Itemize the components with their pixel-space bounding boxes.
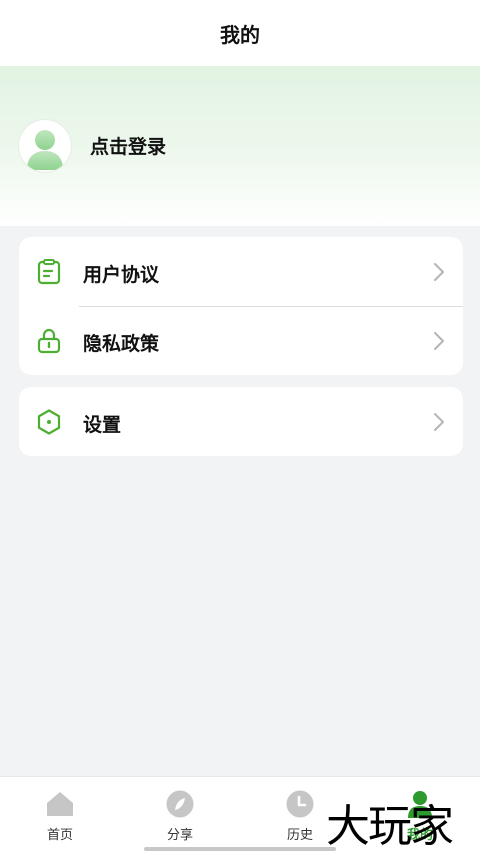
clock-icon: [286, 790, 314, 818]
home-indicator[interactable]: [144, 847, 336, 851]
avatar[interactable]: [19, 120, 71, 172]
clipboard-icon: [37, 259, 61, 285]
page-header: 我的: [0, 0, 480, 66]
menu-item-label: 用户协议: [83, 264, 160, 286]
compass-icon: [166, 790, 194, 818]
chevron-right-icon: [434, 263, 444, 281]
tab-share[interactable]: 分享: [140, 789, 220, 843]
watermark-logo: 大玩家: [326, 801, 454, 852]
tab-label: 分享: [166, 828, 193, 843]
home-icon: [47, 792, 73, 816]
lock-icon: [37, 328, 61, 354]
menu-item-privacy-policy[interactable]: 隐私政策: [19, 306, 463, 375]
menu-item-settings[interactable]: 设置: [19, 387, 463, 456]
menu-card-settings: 设置: [19, 387, 463, 456]
menu-item-label: 设置: [83, 414, 122, 436]
chevron-right-icon: [434, 413, 444, 431]
page-title: 我的: [220, 22, 260, 47]
hexagon-settings-icon: [37, 409, 61, 435]
tab-home[interactable]: 首页: [20, 789, 100, 843]
tab-label: 首页: [46, 828, 73, 843]
menu-item-label: 隐私政策: [83, 333, 160, 355]
menu-item-user-agreement[interactable]: 用户协议: [19, 237, 463, 306]
user-avatar-icon: [27, 130, 63, 170]
profile-section: 点击登录: [0, 66, 480, 226]
menu-card-agreements: 用户协议 隐私政策: [19, 237, 463, 375]
login-link[interactable]: 点击登录: [90, 132, 166, 159]
chevron-right-icon: [434, 332, 444, 350]
